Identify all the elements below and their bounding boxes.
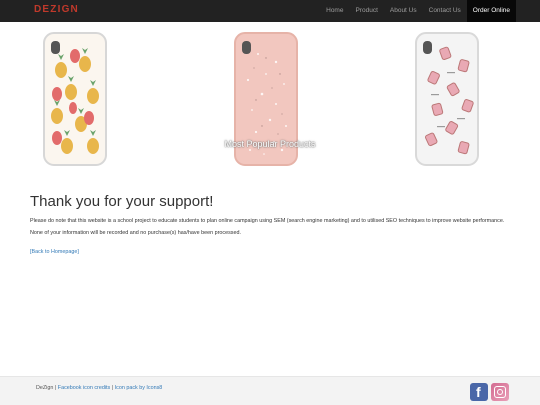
facebook-icon[interactable]: f [470, 383, 488, 401]
carousel-caption: Most Popular Products [224, 139, 316, 149]
icons8-credit-link[interactable]: Icon pack by Icons8 [115, 385, 163, 391]
facebook-icon-credits-link[interactable]: Facebook icon credits [58, 385, 110, 391]
instagram-lens [497, 389, 503, 395]
product-carousel[interactable]: Most Popular Products [0, 22, 540, 176]
nav-item-product[interactable]: Product [349, 0, 383, 22]
footer-brand: DeZign [36, 385, 54, 391]
back-to-homepage-link[interactable]: [Back to Homepage] [30, 249, 510, 255]
footer: DeZign | Facebook icon credits | Icon pa… [0, 376, 540, 405]
facebook-f-glyph: f [476, 384, 481, 400]
nav-item-order-online[interactable]: Order Online [466, 0, 516, 22]
nav-item-home[interactable]: Home [320, 0, 349, 22]
camera-cutout [242, 41, 251, 54]
camera-cutout [423, 41, 432, 54]
brand-logo[interactable]: DEZIGN [34, 4, 79, 15]
navbar: DEZIGN Home Product About Us Contact Us … [0, 0, 540, 22]
disclaimer-paragraph: Please do note that this website is a sc… [30, 218, 505, 224]
footer-links: DeZign | Facebook icon credits | Icon pa… [36, 385, 162, 391]
camera-cutout [51, 41, 60, 54]
main-content: Thank you for your support! Please do no… [30, 193, 510, 255]
privacy-paragraph: None of your information will be recorde… [30, 229, 241, 236]
nav-item-about-us[interactable]: About Us [384, 0, 423, 22]
instagram-icon[interactable] [491, 383, 509, 401]
nav-menu: Home Product About Us Contact Us Order O… [320, 0, 516, 22]
page-title: Thank you for your support! [30, 193, 214, 210]
nav-item-contact-us[interactable]: Contact Us [423, 0, 467, 22]
